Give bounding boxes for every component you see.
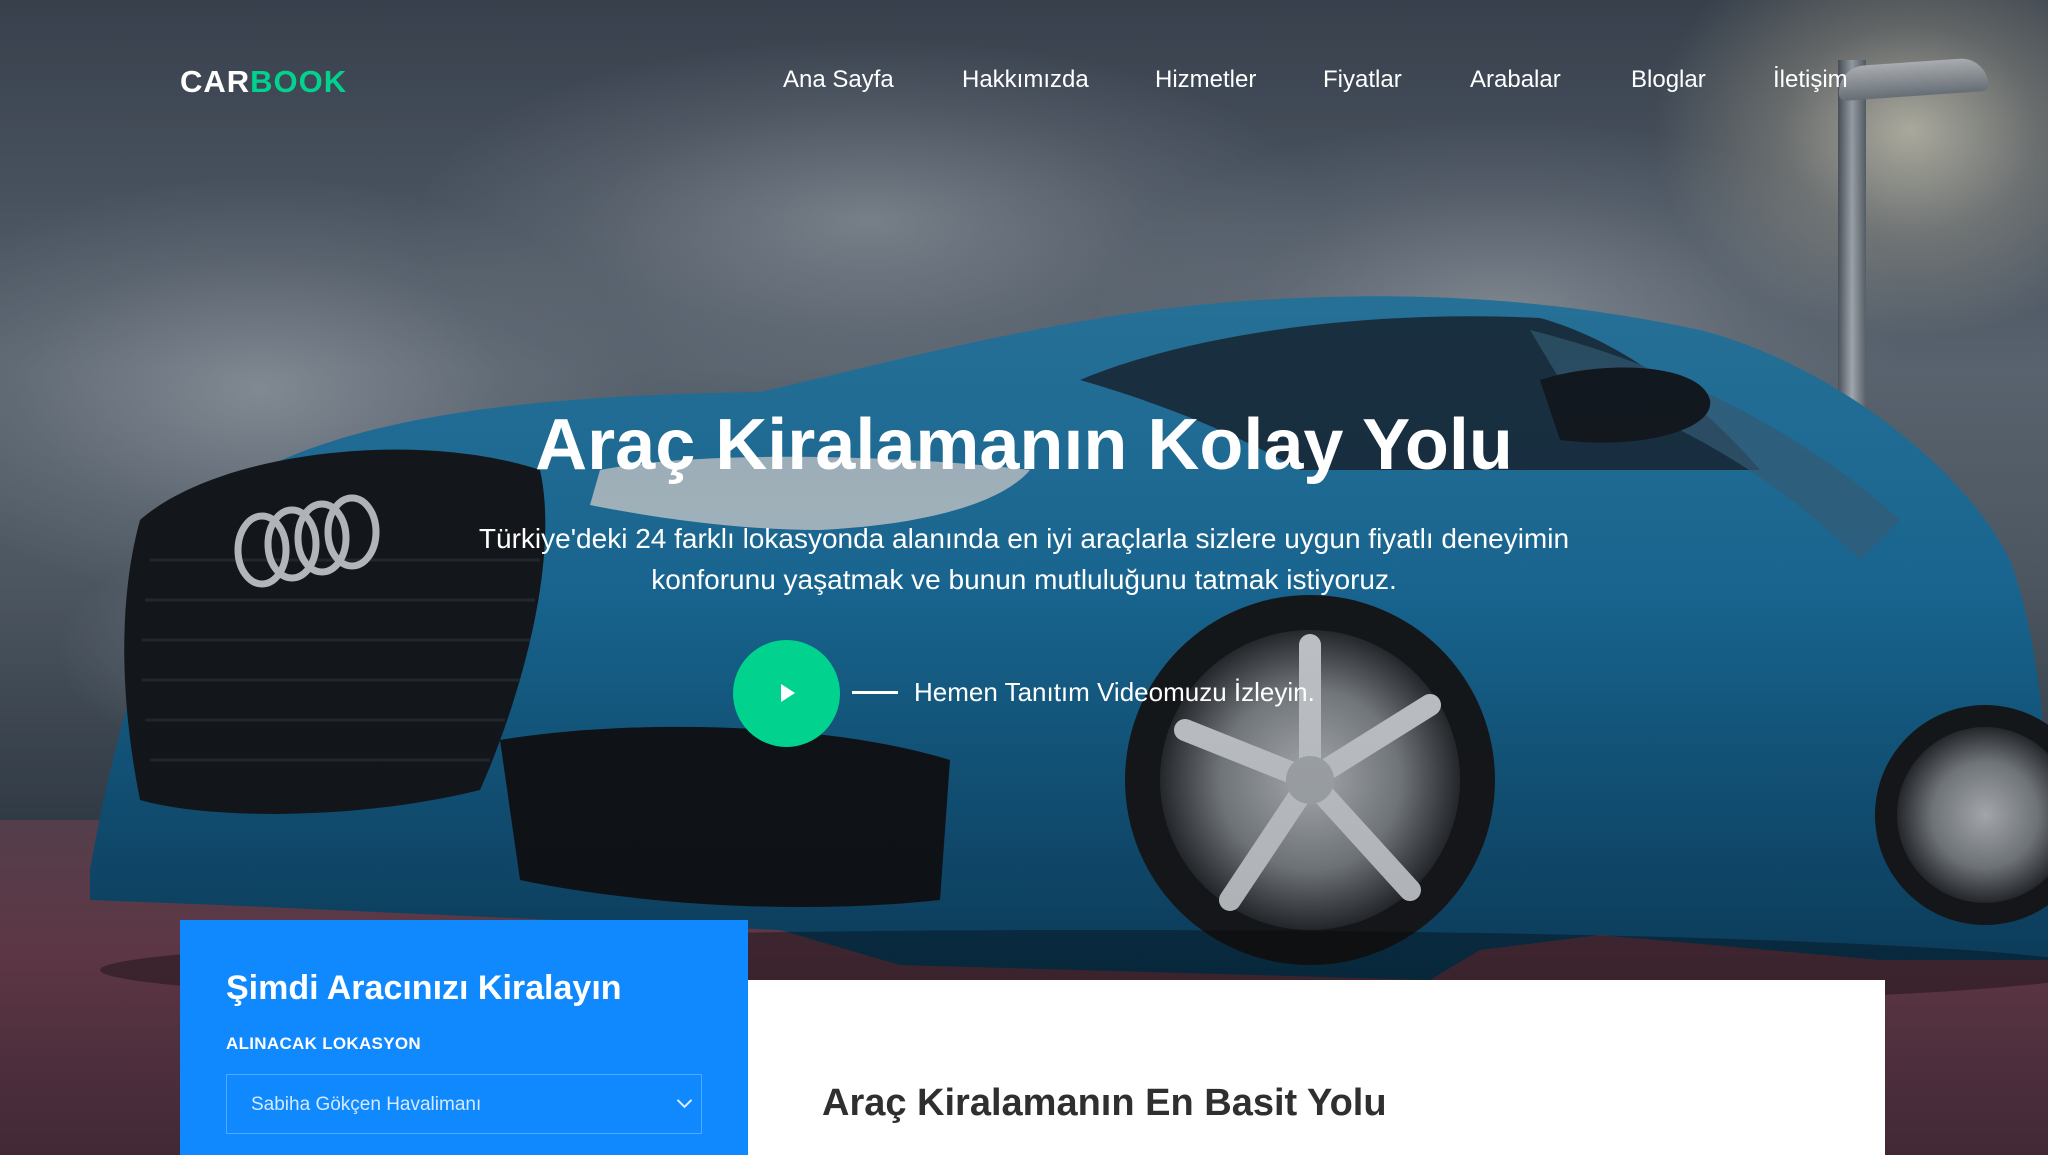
pickup-location-value: Sabiha Gökçen Havalimanı xyxy=(251,1094,482,1115)
nav-item-about[interactable]: Hakkımızda xyxy=(962,66,1089,94)
chevron-down-icon xyxy=(676,1092,693,1109)
video-link-text[interactable]: Hemen Tanıtım Videomuzu İzleyin. xyxy=(914,677,1315,708)
nav-item-services[interactable]: Hizmetler xyxy=(1155,66,1256,94)
booking-form: Şimdi Aracınızı Kiralayın ALINACAK LOKAS… xyxy=(180,920,748,1155)
hero-title: Araç Kiralamanın Kolay Yolu xyxy=(535,405,1513,485)
nav-item-pricing[interactable]: Fiyatlar xyxy=(1323,66,1402,94)
pickup-location-label: ALINACAK LOKASYON xyxy=(226,1034,421,1053)
hero-description: Türkiye'deki 24 farklı lokasyonda alanın… xyxy=(478,523,1570,595)
how-it-works-title: Araç Kiralamanın En Basit Yolu xyxy=(822,1082,1387,1124)
nav-item-cars[interactable]: Arabalar xyxy=(1470,66,1561,94)
nav-item-home[interactable]: Ana Sayfa xyxy=(783,66,894,94)
play-icon xyxy=(781,684,795,702)
nav-item-blogs[interactable]: Bloglar xyxy=(1631,66,1706,94)
main-nav: Ana Sayfa Hakkımızda Hizmetler Fiyatlar … xyxy=(0,66,2048,96)
booking-title: Şimdi Aracınızı Kiralayın xyxy=(226,969,622,1007)
nav-item-contact[interactable]: İletişim xyxy=(1773,66,1848,94)
video-divider-line xyxy=(852,691,898,694)
how-it-works-section: Araç Kiralamanın En Basit Yolu xyxy=(748,980,1885,1155)
play-video-button[interactable] xyxy=(733,640,840,747)
pickup-location-select[interactable]: Sabiha Gökçen Havalimanı xyxy=(226,1074,702,1134)
